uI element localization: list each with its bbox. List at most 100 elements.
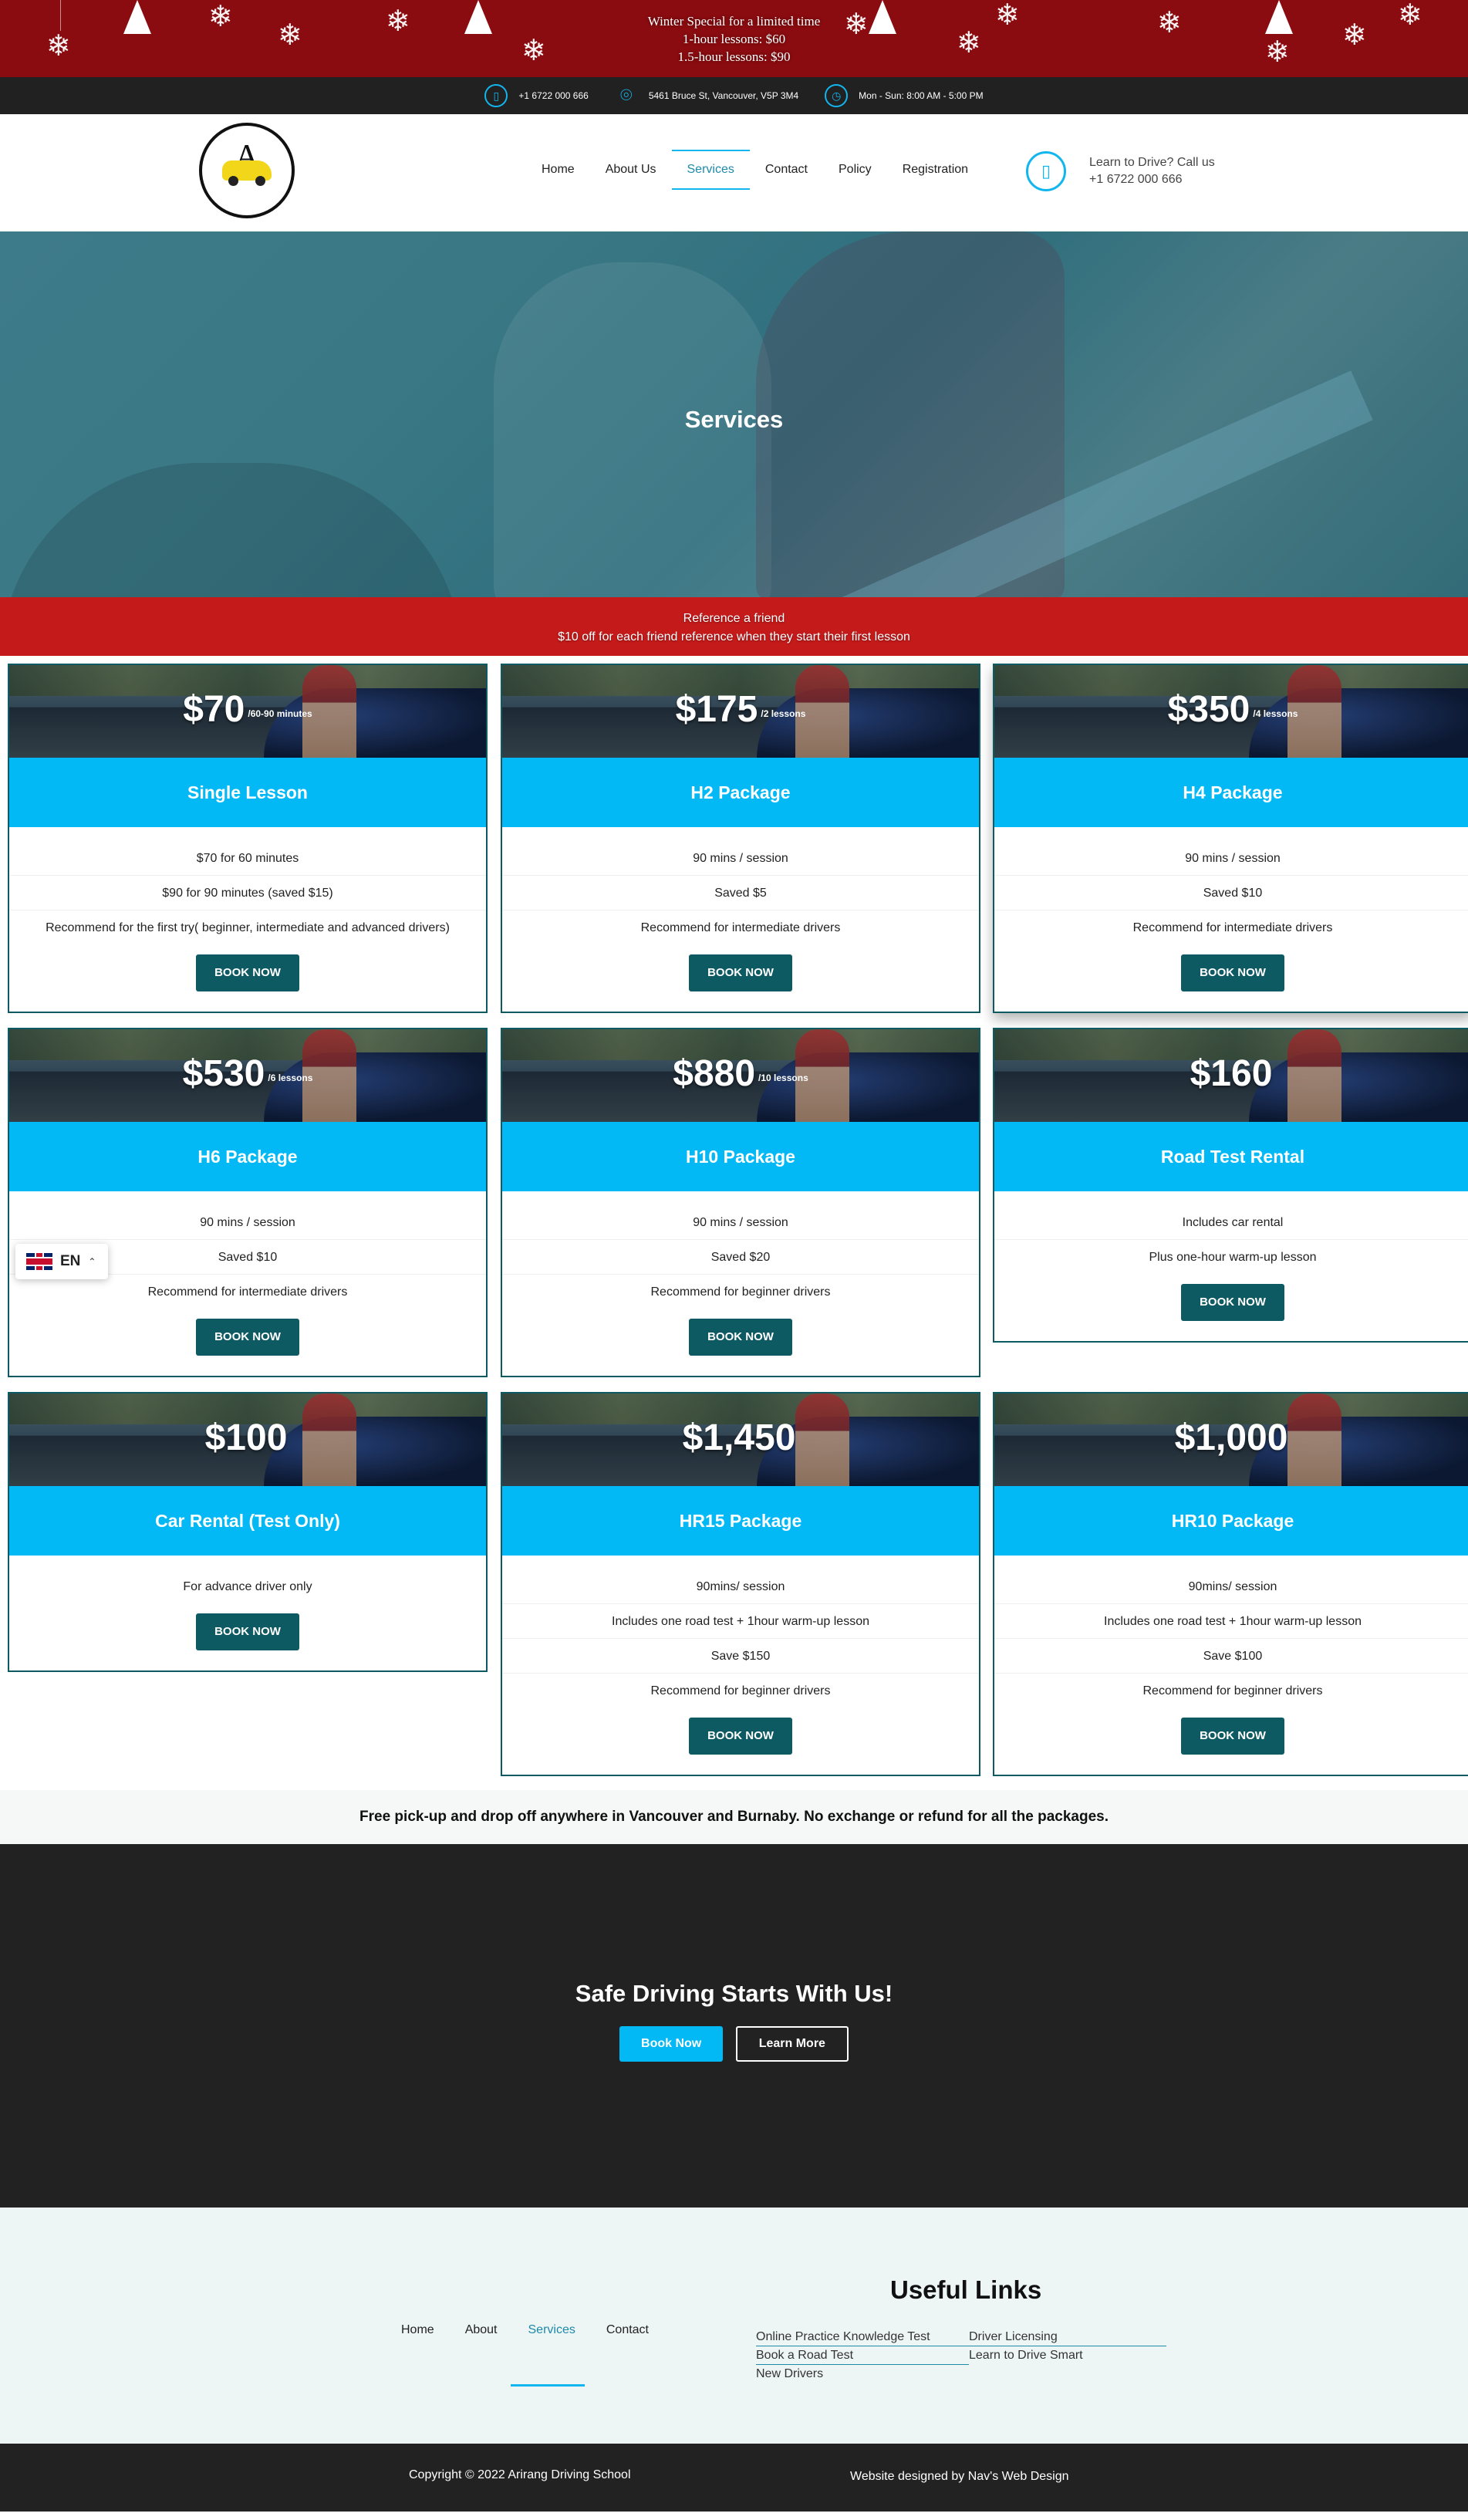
card-image: $100 xyxy=(9,1393,486,1486)
hero-photo-shape xyxy=(0,463,463,597)
book-now-button[interactable]: BOOK NOW xyxy=(1181,1718,1284,1755)
card-image: $530/6 lessons xyxy=(9,1029,486,1122)
book-now-button[interactable]: BOOK NOW xyxy=(196,1613,299,1650)
card-feature: 90 mins / session xyxy=(502,841,979,876)
designer-credit[interactable]: Website designed by Nav's Web Design xyxy=(850,2470,1069,2484)
card-title: H6 Package xyxy=(9,1122,486,1191)
link-new-drivers[interactable]: New Drivers xyxy=(756,2365,969,2383)
clock-icon: ◷ xyxy=(825,84,849,107)
card-feature: For advance driver only xyxy=(183,1580,312,1593)
card-price: $350/4 lessons xyxy=(1167,689,1298,730)
book-now-button[interactable]: BOOK NOW xyxy=(196,1319,299,1356)
book-now-button[interactable]: BOOK NOW xyxy=(1181,954,1284,991)
pricing-card: $350/4 lessons H4 Package 90 mins / sess… xyxy=(993,664,1468,1013)
footer-nav-about[interactable]: About xyxy=(450,2323,513,2337)
footer-nav-services[interactable]: Services xyxy=(513,2323,591,2337)
pricing-card: $160 Road Test Rental Includes car renta… xyxy=(993,1028,1468,1343)
site-footer: Home About Services Contact Useful Links… xyxy=(0,2208,1468,2444)
pricing-grid: $70/60-90 minutes Single Lesson $70 for … xyxy=(0,656,1468,1790)
book-now-button[interactable]: BOOK NOW xyxy=(689,1319,792,1356)
pricing-card: $175/2 lessons H2 Package 90 mins / sess… xyxy=(501,664,980,1013)
topbar-phone-text: +1 6722 000 666 xyxy=(518,90,589,101)
card-feature: 90mins/ session xyxy=(994,1569,1468,1604)
pricing-card: $880/10 lessons H10 Package 90 mins / se… xyxy=(501,1028,980,1377)
location-pin-icon: ⌾ xyxy=(620,83,633,106)
pricing-card: $70/60-90 minutes Single Lesson $70 for … xyxy=(8,664,488,1013)
top-contact-bar: ▯ +1 6722 000 666 ⌾ 5461 Bruce St, Vanco… xyxy=(0,77,1468,114)
topbar-address-text: 5461 Bruce St, Vancouver, V5P 3M4 xyxy=(648,90,799,101)
nav-policy[interactable]: Policy xyxy=(823,150,887,190)
link-driver-licensing[interactable]: Driver Licensing xyxy=(969,2328,1166,2346)
card-features: Includes car rental Plus one-hour warm-u… xyxy=(994,1191,1468,1275)
card-image: $175/2 lessons xyxy=(502,665,979,758)
card-feature: Includes one road test + 1hour warm-up l… xyxy=(994,1604,1468,1639)
cta-section: Safe Driving Starts With Us! Book Now Le… xyxy=(0,1844,1468,2208)
footer-nav-home[interactable]: Home xyxy=(386,2323,450,2337)
card-image: $160 xyxy=(994,1029,1468,1122)
nav-home[interactable]: Home xyxy=(526,150,590,190)
card-features: 90mins/ session Includes one road test +… xyxy=(994,1556,1468,1708)
card-title: HR10 Package xyxy=(994,1486,1468,1556)
card-price: $175/2 lessons xyxy=(675,689,806,730)
uk-flag-icon xyxy=(26,1253,52,1270)
card-feature: Recommend for the first try( beginner, i… xyxy=(46,921,450,934)
book-now-button[interactable]: BOOK NOW xyxy=(1181,1284,1284,1321)
winter-line-3: 1.5-hour lessons: $90 xyxy=(677,49,791,64)
card-feature: Recommend for intermediate drivers xyxy=(147,1285,348,1299)
link-learn-to-drive-smart[interactable]: Learn to Drive Smart xyxy=(969,2346,1166,2365)
mobile-phone-icon: ▯ xyxy=(1026,151,1066,191)
book-now-cta-button[interactable]: Book Now xyxy=(619,2026,724,2062)
call-us-box[interactable]: ▯ Learn to Drive? Call us +1 6722 000 66… xyxy=(1026,151,1215,191)
pricing-card: $530/6 lessons H6 Package 90 mins / sess… xyxy=(8,1028,488,1377)
book-now-button[interactable]: BOOK NOW xyxy=(196,954,299,991)
card-features: 90mins/ session Includes one road test +… xyxy=(502,1556,979,1708)
nav-about-us[interactable]: About Us xyxy=(590,150,672,190)
useful-links: Online Practice Knowledge Test Driver Li… xyxy=(756,2328,1166,2383)
cta-title: Safe Driving Starts With Us! xyxy=(575,1980,893,2007)
link-online-practice-test[interactable]: Online Practice Knowledge Test xyxy=(756,2328,969,2346)
card-image: $1,450 xyxy=(502,1393,979,1486)
winter-special-banner: ❄ ❄ ❄ ❄ ❄ ❄ ❄ ❄ ❄ ❄ ❄ ❄ Winter Special f… xyxy=(0,0,1468,77)
chevron-up-icon: ⌃ xyxy=(88,1256,96,1267)
link-book-road-test[interactable]: Book a Road Test xyxy=(756,2346,969,2365)
nav-registration[interactable]: Registration xyxy=(887,150,984,190)
call-us-phone: +1 6722 000 666 xyxy=(1089,173,1183,186)
nav-contact[interactable]: Contact xyxy=(750,150,823,190)
card-title: H2 Package xyxy=(502,758,979,827)
card-price: $1,000 xyxy=(1174,1417,1288,1458)
topbar-hours-text: Mon - Sun: 8:00 AM - 5:00 PM xyxy=(859,90,984,101)
card-price: $100 xyxy=(204,1417,288,1458)
site-logo[interactable]: A xyxy=(199,123,295,218)
book-now-button[interactable]: BOOK NOW xyxy=(689,1718,792,1755)
card-feature: Recommend for beginner drivers xyxy=(650,1684,831,1697)
main-nav: Home About Us Services Contact Policy Re… xyxy=(526,150,984,190)
card-feature: Recommend for intermediate drivers xyxy=(640,921,841,934)
nav-services[interactable]: Services xyxy=(671,150,750,190)
learn-more-button[interactable]: Learn More xyxy=(735,2026,849,2062)
card-features: $70 for 60 minutes $90 for 90 minutes (s… xyxy=(9,827,486,945)
card-feature: 90 mins / session xyxy=(994,841,1468,876)
footer-nav-contact[interactable]: Contact xyxy=(591,2323,664,2337)
language-code: EN xyxy=(60,1253,81,1269)
useful-links-heading: Useful Links xyxy=(890,2275,1042,2304)
card-title: H4 Package xyxy=(994,758,1468,827)
language-switcher[interactable]: EN ⌃ xyxy=(15,1244,108,1279)
copyright-text: Copyright © 2022 Arirang Driving School xyxy=(409,2468,631,2481)
card-feature: 90 mins / session xyxy=(502,1205,979,1240)
topbar-hours: ◷ Mon - Sun: 8:00 AM - 5:00 PM xyxy=(825,84,984,107)
card-price: $880/10 lessons xyxy=(673,1053,808,1094)
topbar-phone[interactable]: ▯ +1 6722 000 666 xyxy=(484,84,589,107)
logo-car xyxy=(222,160,272,186)
card-title: H10 Package xyxy=(502,1122,979,1191)
card-features: For advance driver only xyxy=(9,1556,486,1604)
card-feature: Recommend for intermediate drivers xyxy=(1132,921,1333,934)
card-features: 90 mins / session Saved $20 Recommend fo… xyxy=(502,1191,979,1309)
book-now-button[interactable]: BOOK NOW xyxy=(689,954,792,991)
card-feature: Save $100 xyxy=(994,1639,1468,1674)
site-header: A Home About Us Services Contact Policy … xyxy=(0,114,1468,231)
referral-banner: Reference a friend $10 off for each frie… xyxy=(0,597,1468,656)
pricing-card: $100 Car Rental (Test Only) For advance … xyxy=(8,1392,488,1672)
card-feature: Save $150 xyxy=(502,1639,979,1674)
referral-line-2: $10 off for each friend reference when t… xyxy=(558,630,910,644)
card-feature: Recommend for beginner drivers xyxy=(1142,1684,1323,1697)
